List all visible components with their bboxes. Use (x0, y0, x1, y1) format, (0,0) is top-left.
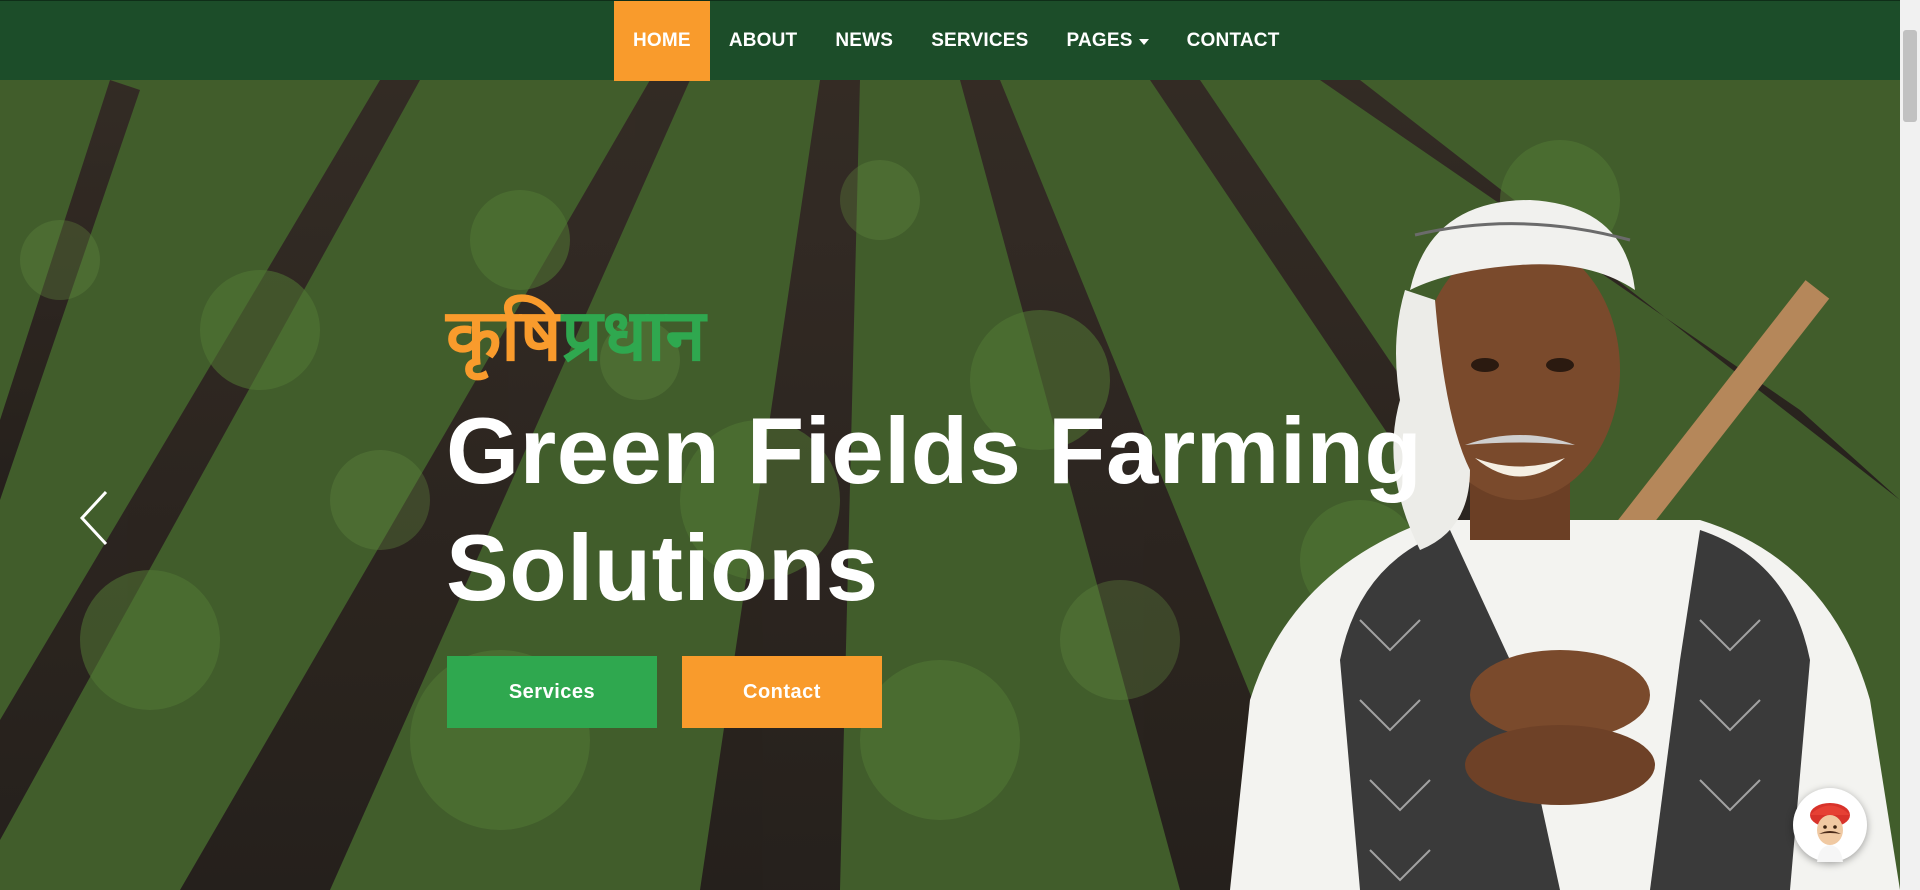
nav-item-home[interactable]: HOME (614, 1, 710, 81)
caret-down-icon (1138, 39, 1149, 45)
scrollbar-thumb[interactable] (1903, 30, 1917, 122)
page-scrollbar[interactable] (1900, 0, 1920, 890)
carousel-prev-button[interactable] (78, 488, 110, 548)
nav-item-label: NEWS (835, 30, 894, 51)
hindi-title-part1: कृषि (446, 296, 562, 376)
nav-item-contact[interactable]: CONTACT (1168, 1, 1299, 81)
contact-button[interactable]: Contact (682, 656, 882, 728)
nav-item-label: CONTACT (1186, 30, 1280, 51)
hindi-brand-title: कृषिप्रधान (446, 300, 705, 372)
nav-item-services[interactable]: SERVICES (912, 1, 1047, 81)
nav-item-label: SERVICES (931, 30, 1029, 51)
chat-widget-button[interactable] (1793, 788, 1867, 862)
hero-heading: Green Fields Farming Solutions (446, 398, 1423, 620)
nav-item-label: PAGES (1066, 30, 1133, 51)
main-navbar: HOME ABOUT NEWS SERVICES PAGES CONTACT (0, 0, 1900, 81)
services-button[interactable]: Services (447, 656, 657, 728)
farmer-avatar-icon (1810, 803, 1850, 862)
hindi-title-part2: प्रधान (561, 296, 706, 376)
chevron-left-icon (79, 490, 108, 546)
nav-item-news[interactable]: NEWS (816, 1, 912, 81)
nav-item-about[interactable]: ABOUT (710, 1, 817, 81)
nav-item-pages[interactable]: PAGES (1048, 1, 1168, 81)
nav-item-label: ABOUT (728, 30, 798, 51)
nav-item-label: HOME (633, 30, 691, 51)
nav-menu: HOME ABOUT NEWS SERVICES PAGES CONTACT (614, 1, 1299, 81)
